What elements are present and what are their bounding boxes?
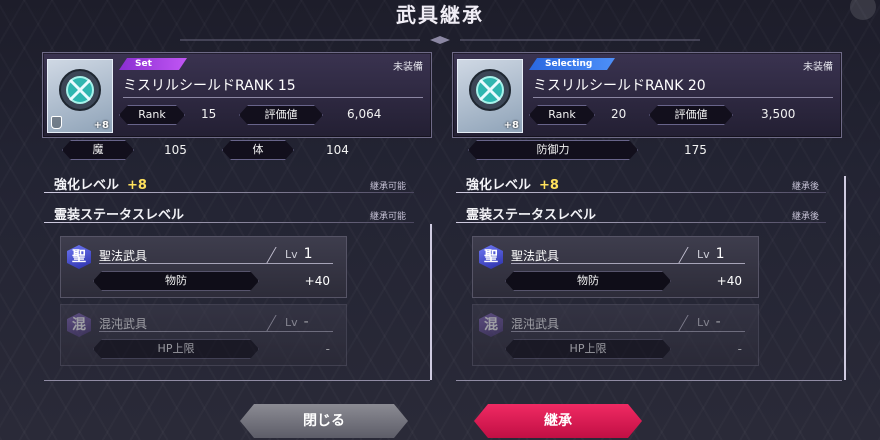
divider-slash (664, 247, 689, 263)
lv-value: 1 (303, 246, 313, 262)
enhance-level-value: +8 (539, 178, 559, 193)
selecting-tag: Selecting (529, 58, 615, 70)
close-button[interactable]: 閉じる (240, 404, 408, 438)
set-tag: Set (119, 58, 187, 70)
lv-value: - (303, 314, 309, 330)
section-divider (456, 222, 826, 223)
inherit-button[interactable]: 継承 (474, 404, 642, 438)
target-weapon-card[interactable]: +8 Selecting 未装備 ミスリルシールドRANK 20 Rank 20… (452, 52, 842, 138)
rank-label: Rank (119, 105, 185, 125)
stat-label-defense: 防御力 (468, 140, 638, 160)
eval-value: 3,500 (761, 107, 796, 121)
element-stat-label: 物防 (93, 271, 259, 291)
element-level: Lv 1 (285, 246, 313, 262)
equip-status: 未装備 (803, 62, 833, 73)
element-stat-label: HP上限 (505, 339, 671, 359)
chaos-element-icon: 混 (67, 313, 91, 337)
source-weapon-card[interactable]: +8 Set 未装備 ミスリルシールドRANK 15 Rank 15 評価値 6… (42, 52, 432, 138)
element-underline (511, 263, 745, 264)
element-underline (511, 331, 745, 332)
name-underline (533, 97, 833, 98)
holy-element-icon: 聖 (479, 245, 503, 269)
equip-status: 未装備 (393, 62, 423, 73)
stat-value-magic: 105 (164, 143, 187, 157)
lv-value: 1 (715, 246, 725, 262)
lock-icon (51, 116, 62, 129)
element-stat-value: +40 (304, 274, 330, 288)
section-divider (44, 192, 414, 193)
weapon-thumbnail: +8 (457, 59, 523, 133)
element-name: 聖法武具 (511, 249, 560, 263)
element-underline (99, 263, 333, 264)
section-divider (456, 192, 826, 193)
enhance-hint: 継承可能 (370, 182, 407, 192)
shield-icon (469, 69, 511, 111)
enhance-hint: 継承後 (792, 182, 820, 192)
enhance-level-label: 強化レベル +8 (466, 174, 559, 193)
stat-value-defense: 175 (684, 143, 707, 157)
title-ornament (180, 36, 700, 44)
element-name: 聖法武具 (99, 249, 148, 263)
element-tile-holy[interactable]: 聖 聖法武具 Lv 1 物防 +40 (60, 236, 347, 298)
weapon-name: ミスリルシールドRANK 15 (123, 78, 296, 94)
divider-slash (664, 315, 689, 331)
rank-value: 15 (201, 107, 217, 121)
section-divider (44, 222, 414, 223)
divider-slash (252, 315, 277, 331)
enhance-level-value: +8 (127, 178, 147, 193)
spirit-status-label: 霊装ステータスレベル (54, 208, 185, 223)
element-stat-label: HP上限 (93, 339, 259, 359)
element-level: Lv - (697, 314, 721, 330)
spirit-hint: 継承後 (792, 212, 820, 222)
element-tile-chaos[interactable]: 混 混沌武具 Lv - HP上限 - (472, 304, 759, 366)
rank-label: Rank (529, 105, 595, 125)
element-level: Lv - (285, 314, 309, 330)
chaos-element-icon: 混 (479, 313, 503, 337)
stat-value-body: 104 (326, 143, 349, 157)
rank-value: 20 (611, 107, 627, 121)
element-stat-value: - (737, 342, 742, 356)
eval-label: 評価値 (239, 105, 323, 125)
right-scrollbar[interactable] (844, 176, 846, 380)
element-underline (99, 331, 333, 332)
name-underline (123, 97, 423, 98)
left-scrollbar[interactable] (430, 224, 432, 380)
element-tile-holy[interactable]: 聖 聖法武具 Lv 1 物防 +40 (472, 236, 759, 298)
lv-label: Lv (697, 248, 710, 261)
page-title: 武具継承 (396, 3, 484, 27)
element-name: 混沌武具 (511, 317, 560, 331)
spirit-status-label: 霊装ステータスレベル (466, 208, 597, 223)
lv-label: Lv (285, 316, 298, 329)
spirit-hint: 継承可能 (370, 212, 407, 222)
element-tile-chaos[interactable]: 混 混沌武具 Lv - HP上限 - (60, 304, 347, 366)
stat-label-body: 体 (222, 140, 294, 160)
stat-label-magic: 魔 (62, 140, 134, 160)
lv-label: Lv (697, 316, 710, 329)
thumb-plus-level: +8 (93, 120, 109, 131)
lv-value: - (715, 314, 721, 330)
thumb-plus-level: +8 (503, 120, 519, 131)
weapon-name: ミスリルシールドRANK 20 (533, 78, 706, 94)
divider-slash (252, 247, 277, 263)
element-name: 混沌武具 (99, 317, 148, 331)
eval-label: 評価値 (649, 105, 733, 125)
enhance-level-label: 強化レベル +8 (54, 174, 147, 193)
element-stat-value: - (325, 342, 330, 356)
element-stat-label: 物防 (505, 271, 671, 291)
holy-element-icon: 聖 (67, 245, 91, 269)
enhance-label-text: 強化レベル (466, 178, 532, 193)
element-stat-value: +40 (716, 274, 742, 288)
panel-bottom-line (44, 380, 430, 381)
shield-icon (59, 69, 101, 111)
element-level: Lv 1 (697, 246, 725, 262)
eval-value: 6,064 (347, 107, 382, 121)
panel-bottom-line (456, 380, 842, 381)
enhance-label-text: 強化レベル (54, 178, 120, 193)
weapon-thumbnail: +8 (47, 59, 113, 133)
lv-label: Lv (285, 248, 298, 261)
